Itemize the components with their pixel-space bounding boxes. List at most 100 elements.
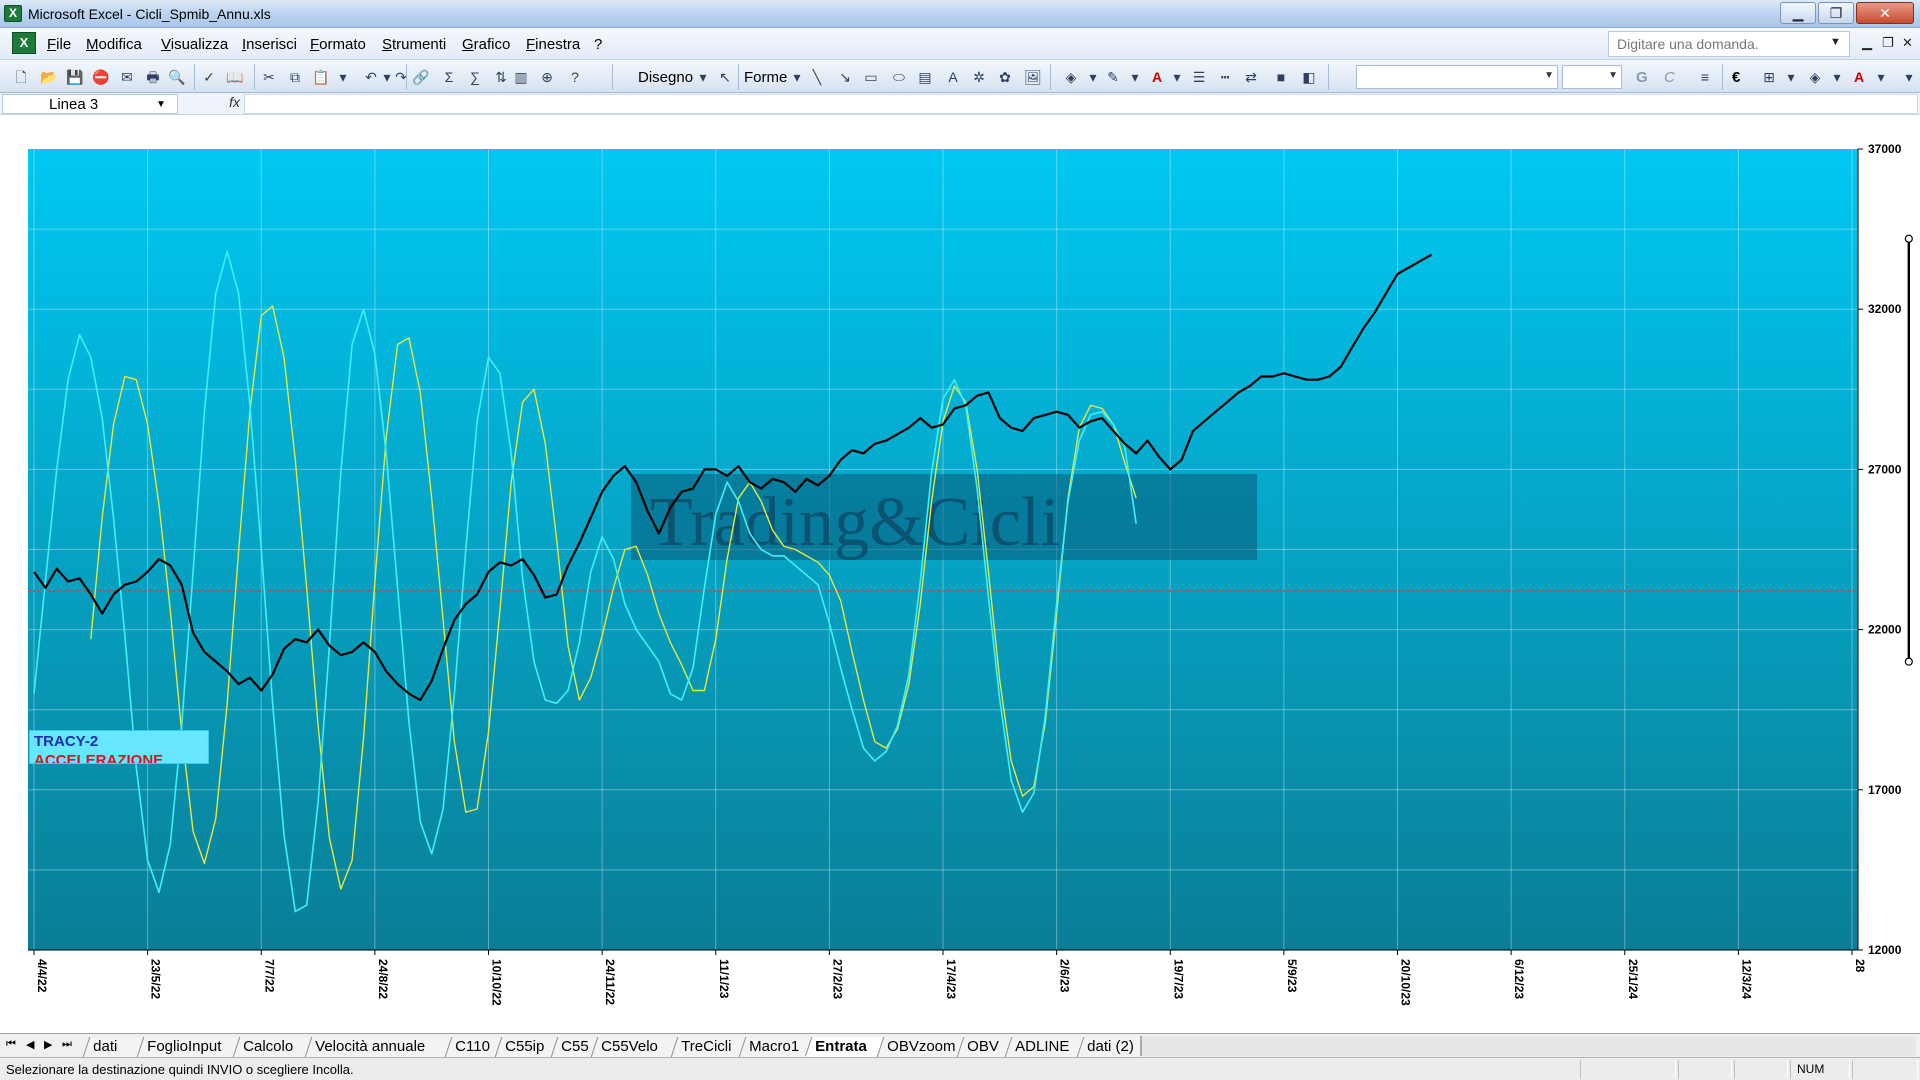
hyperlink-icon[interactable]: 🔗 bbox=[412, 68, 430, 86]
excel-app-icon[interactable]: X bbox=[4, 5, 22, 22]
email-icon[interactable]: ✉ bbox=[118, 68, 136, 86]
close-button[interactable]: ✕ bbox=[1856, 2, 1914, 24]
menu-file[interactable]: File bbox=[47, 36, 71, 53]
chevron-down-icon[interactable]: ▾ bbox=[334, 68, 352, 86]
italic-button[interactable]: C bbox=[1664, 69, 1675, 86]
workbook-icon[interactable]: X bbox=[12, 32, 36, 54]
marker-handle-top[interactable] bbox=[1904, 234, 1913, 243]
drawing-menu-button[interactable]: Disegno bbox=[638, 69, 693, 86]
print-preview-icon[interactable]: 🔍 bbox=[168, 68, 186, 86]
research-icon[interactable]: 📖 bbox=[226, 68, 244, 86]
cut-icon[interactable]: ✂ bbox=[260, 68, 278, 86]
sheet-tab[interactable]: C55ip bbox=[494, 1037, 558, 1057]
sort-icon[interactable]: ⇅ bbox=[492, 68, 510, 86]
sheet-tab[interactable]: TreCicli bbox=[670, 1037, 746, 1057]
chevron-down-icon[interactable]: ▾ bbox=[1168, 68, 1186, 86]
zoom-icon[interactable]: ⊕ bbox=[538, 68, 556, 86]
redo-icon[interactable]: ↷ bbox=[392, 68, 410, 86]
currency-button[interactable]: € bbox=[1732, 69, 1740, 86]
fill-color-icon[interactable]: ◈ bbox=[1062, 68, 1080, 86]
sheet-tab[interactable]: dati (2) bbox=[1076, 1037, 1150, 1057]
help-search-input[interactable]: Digitare una domanda. bbox=[1608, 31, 1850, 57]
picture-icon[interactable]: 🖼 bbox=[1024, 68, 1042, 86]
chevron-down-icon[interactable]: ▾ bbox=[788, 68, 806, 86]
oval-tool-icon[interactable]: ⬭ bbox=[890, 68, 908, 86]
chart-sheet-area[interactable]: Trading&Cicli 37000 32000 27000 22000 17000 1… bbox=[0, 115, 1920, 1033]
paste-icon[interactable]: 📋 bbox=[312, 68, 330, 86]
sheet-tab[interactable]: ADLINE bbox=[1004, 1037, 1084, 1057]
open-folder-icon[interactable]: 📂 bbox=[40, 68, 58, 86]
sigma-icon[interactable]: Σ bbox=[440, 68, 458, 86]
sheet-tab[interactable]: Calcolo bbox=[232, 1037, 312, 1057]
first-sheet-icon[interactable]: ⏮ bbox=[6, 1038, 16, 1051]
menu-grafico[interactable]: Grafico bbox=[462, 36, 510, 53]
borders-icon[interactable]: ⊞ bbox=[1760, 68, 1778, 86]
wordart-icon[interactable]: A bbox=[944, 68, 962, 86]
copy-icon[interactable]: ⧉ bbox=[286, 68, 304, 86]
autosum-icon[interactable]: ∑ bbox=[466, 68, 484, 86]
toolbar-options-icon[interactable]: ▾ bbox=[1900, 68, 1918, 86]
sheet-tab[interactable]: dati bbox=[82, 1037, 144, 1057]
font-size-combo[interactable]: ▼ bbox=[1562, 65, 1622, 89]
spelling-icon[interactable]: ✓ bbox=[200, 68, 218, 86]
menu-visualizza[interactable]: Visualizza bbox=[161, 36, 228, 53]
chevron-down-icon[interactable]: ▾ bbox=[1872, 68, 1890, 86]
chevron-down-icon[interactable]: ▼ bbox=[156, 99, 166, 110]
sheet-tab[interactable]: FoglioInput bbox=[136, 1037, 240, 1057]
sheet-tab[interactable]: C55Velo bbox=[590, 1037, 678, 1057]
insert-function-button[interactable]: fx bbox=[190, 94, 244, 114]
new-file-icon[interactable]: 🗋 bbox=[12, 68, 30, 86]
chart[interactable]: Trading&Cicli 37000 32000 27000 22000 17000 1… bbox=[0, 115, 1920, 1033]
cell-font-color-icon[interactable]: A bbox=[1850, 68, 1868, 86]
formula-input[interactable] bbox=[244, 94, 1918, 114]
menu-formato[interactable]: Formato bbox=[310, 36, 366, 53]
print-icon[interactable]: 🖶 bbox=[144, 68, 162, 86]
horizontal-scrollbar[interactable] bbox=[1140, 1036, 1916, 1056]
arrow-style-icon[interactable]: ⇄ bbox=[1242, 68, 1260, 86]
chart-wizard-icon[interactable]: ▥ bbox=[512, 68, 530, 86]
save-icon[interactable]: 💾 bbox=[66, 68, 84, 86]
help-icon[interactable]: ? bbox=[566, 68, 584, 86]
clipart-icon[interactable]: ✿ bbox=[996, 68, 1014, 86]
sheet-tab[interactable]: Velocità annuale bbox=[304, 1037, 452, 1057]
3d-icon[interactable]: ◧ bbox=[1300, 68, 1318, 86]
align-center-icon[interactable]: ≡ bbox=[1696, 68, 1714, 86]
prev-sheet-icon[interactable]: ◀ bbox=[26, 1038, 34, 1051]
line-style-icon[interactable]: ☰ bbox=[1190, 68, 1208, 86]
line-color-icon[interactable]: ✎ bbox=[1104, 68, 1122, 86]
sheet-tab[interactable]: Macro1 bbox=[738, 1037, 812, 1057]
shapes-menu-button[interactable]: Forme bbox=[744, 69, 787, 86]
line-tool-icon[interactable]: ╲ bbox=[808, 68, 826, 86]
sheet-tab[interactable]: C55 bbox=[550, 1037, 598, 1057]
sheet-tab[interactable]: C110 bbox=[444, 1037, 502, 1057]
menu-inserisci[interactable]: Inserisci bbox=[242, 36, 297, 53]
sheet-tab[interactable]: OBVzoom bbox=[876, 1037, 964, 1057]
last-sheet-icon[interactable]: ⏭ bbox=[62, 1038, 72, 1051]
textbox-tool-icon[interactable]: ▤ bbox=[916, 68, 934, 86]
diagram-icon[interactable]: ✲ bbox=[970, 68, 988, 86]
sheet-tab[interactable]: Entrata bbox=[804, 1037, 884, 1057]
arrow-tool-icon[interactable]: ↘ bbox=[836, 68, 854, 86]
font-color-icon[interactable]: A bbox=[1148, 68, 1166, 86]
font-name-combo[interactable]: ▼ bbox=[1356, 65, 1558, 89]
shadow-icon[interactable]: ■ bbox=[1272, 68, 1290, 86]
chevron-down-icon[interactable]: ▼ bbox=[1830, 36, 1841, 48]
doc-close-icon[interactable]: ✕ bbox=[1902, 35, 1913, 51]
permission-icon[interactable]: ⛔ bbox=[92, 68, 110, 86]
chevron-down-icon[interactable]: ▾ bbox=[1126, 68, 1144, 86]
rectangle-tool-icon[interactable]: ▭ bbox=[862, 68, 880, 86]
legend-box[interactable]: TRACY-2 ACCELERAZIONE bbox=[29, 730, 209, 764]
maximize-button[interactable]: ❐ bbox=[1818, 2, 1854, 24]
bold-button[interactable]: G bbox=[1636, 69, 1648, 86]
menu-modifica[interactable]: Modifica bbox=[86, 36, 142, 53]
doc-minimize-icon[interactable]: ▁ bbox=[1862, 35, 1872, 51]
marker-handle-bottom[interactable] bbox=[1904, 657, 1913, 666]
menu-finestra[interactable]: Finestra bbox=[526, 36, 580, 53]
dash-style-icon[interactable]: ┅ bbox=[1216, 68, 1234, 86]
doc-restore-icon[interactable]: ❐ bbox=[1882, 35, 1894, 51]
minimize-button[interactable]: ▁ bbox=[1780, 2, 1816, 24]
chevron-down-icon[interactable]: ▾ bbox=[1828, 68, 1846, 86]
chevron-down-icon[interactable]: ▾ bbox=[1782, 68, 1800, 86]
select-pointer-icon[interactable]: ↖ bbox=[716, 68, 734, 86]
menu-help[interactable]: ? bbox=[594, 36, 602, 53]
